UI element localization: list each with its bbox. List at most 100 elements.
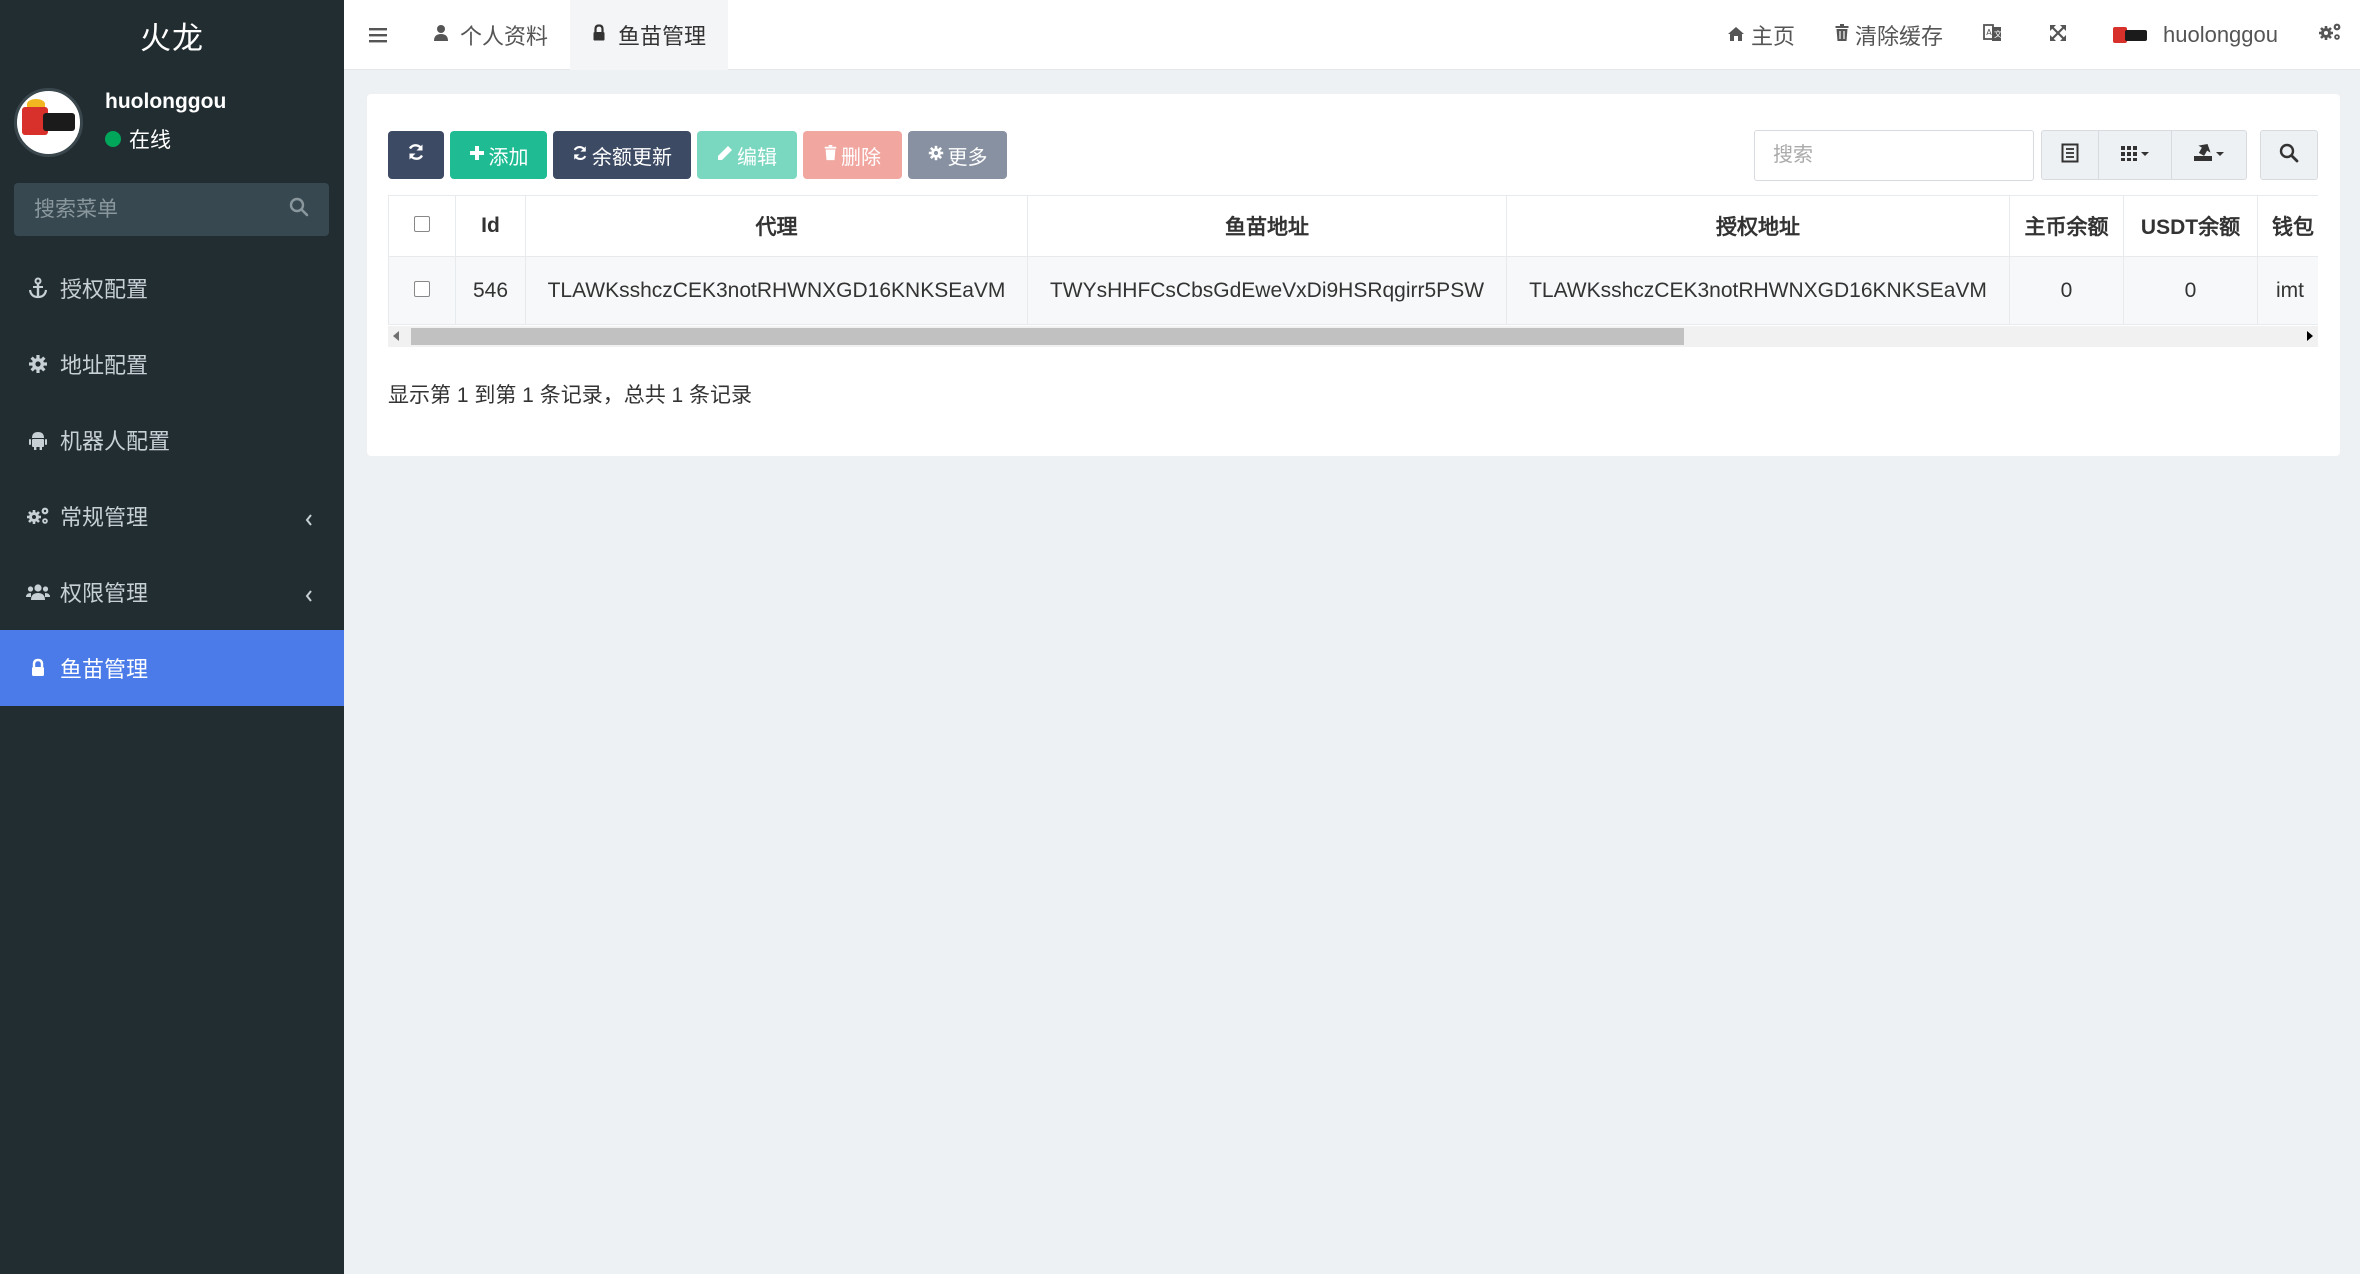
chevron-left-icon bbox=[304, 507, 314, 533]
home-link[interactable]: 主页 bbox=[1707, 0, 1815, 70]
pencil-icon bbox=[717, 144, 737, 167]
search-icon bbox=[2279, 143, 2299, 168]
select-all-cell bbox=[388, 195, 456, 257]
svg-text:A: A bbox=[1986, 28, 1992, 37]
clear-cache-label: 清除缓存 bbox=[1854, 23, 1943, 49]
sidebar: 火龙 huolonggou 在线 授权配置 地 bbox=[0, 0, 344, 1274]
delete-button[interactable]: 删除 bbox=[803, 131, 902, 179]
cell-usdt-balance: 0 bbox=[2123, 256, 2258, 325]
svg-text:文: 文 bbox=[1994, 29, 2002, 39]
view-button-group bbox=[2041, 130, 2247, 180]
balance-update-label: 余额更新 bbox=[592, 146, 672, 169]
user-status: 在线 bbox=[105, 124, 226, 154]
list-icon bbox=[2061, 143, 2079, 168]
column-header[interactable]: 鱼苗地址 bbox=[1027, 195, 1507, 257]
translate-button[interactable]: A文 bbox=[1963, 0, 2029, 70]
tab-profile[interactable]: 个人资料 bbox=[412, 0, 570, 70]
top-navbar: 个人资料 鱼苗管理 主页 清除缓存 A文 huolonggou bbox=[344, 0, 2360, 70]
sidebar-item-auth-config[interactable]: 授权配置 bbox=[0, 250, 344, 326]
export-button[interactable] bbox=[2171, 130, 2247, 180]
app-logo[interactable]: 火龙 bbox=[0, 0, 344, 70]
translate-icon: A文 bbox=[1983, 22, 2009, 48]
refresh-icon bbox=[572, 144, 592, 167]
user-status-label: 在线 bbox=[129, 129, 171, 152]
edit-button[interactable]: 编辑 bbox=[697, 131, 797, 179]
sidebar-item-label: 鱼苗管理 bbox=[60, 657, 149, 682]
pagination-info: 显示第 1 到第 1 条记录，总共 1 条记录 bbox=[388, 384, 753, 407]
tab-fish-management[interactable]: 鱼苗管理 bbox=[570, 0, 729, 70]
lock-icon bbox=[26, 658, 50, 678]
add-label: 添加 bbox=[488, 146, 529, 169]
export-icon bbox=[2193, 143, 2225, 168]
clear-cache-button[interactable]: 清除缓存 bbox=[1815, 0, 1963, 70]
sidebar-item-general-management[interactable]: 常规管理 bbox=[0, 478, 344, 554]
column-header[interactable]: 主币余额 bbox=[2009, 195, 2124, 257]
cell-main-balance: 0 bbox=[2009, 256, 2124, 325]
refresh-button[interactable] bbox=[388, 131, 444, 179]
select-all-checkbox[interactable] bbox=[414, 216, 430, 232]
gear-icon bbox=[928, 144, 948, 167]
sidebar-item-address-config[interactable]: 地址配置 bbox=[0, 326, 344, 402]
balance-update-button[interactable]: 余额更新 bbox=[553, 131, 691, 179]
sidebar-item-robot-config[interactable]: 机器人配置 bbox=[0, 402, 344, 478]
table-toolbar: 添加 余额更新 编辑 删除 更多 bbox=[388, 129, 2318, 181]
top-username: huolonggou bbox=[2162, 21, 2278, 47]
data-table: Id 代理 鱼苗地址 授权地址 主币余额 USDT余额 钱包 546 TLAWK… bbox=[388, 195, 2318, 325]
columns-toggle-button[interactable] bbox=[2098, 130, 2172, 180]
scrollbar-thumb[interactable] bbox=[411, 328, 1684, 345]
toggle-view-button[interactable] bbox=[2041, 130, 2099, 180]
user-menu[interactable]: huolonggou bbox=[2093, 0, 2298, 70]
column-header[interactable]: 授权地址 bbox=[1506, 195, 2010, 257]
delete-label: 删除 bbox=[841, 146, 881, 169]
android-icon bbox=[26, 429, 50, 451]
table-row[interactable]: 546 TLAWKsshczCEK3notRHWNXGD16KNKSEaVM T… bbox=[388, 256, 2318, 325]
trash-icon bbox=[824, 144, 841, 167]
users-icon bbox=[26, 582, 50, 602]
anchor-icon bbox=[26, 277, 50, 299]
menu-search-input[interactable] bbox=[34, 197, 264, 222]
lock-icon bbox=[592, 22, 618, 48]
user-icon bbox=[434, 22, 460, 48]
column-header[interactable]: 钱包 bbox=[2257, 195, 2318, 257]
gears-icon bbox=[2318, 22, 2348, 48]
gears-icon bbox=[26, 506, 50, 526]
top-right-actions: 主页 清除缓存 A文 huolonggou bbox=[1707, 0, 2360, 70]
scroll-left-arrow-icon[interactable] bbox=[393, 331, 399, 341]
table-search-input[interactable] bbox=[1754, 129, 2034, 181]
sidebar-item-label: 常规管理 bbox=[60, 505, 149, 530]
sidebar-item-permission-management[interactable]: 权限管理 bbox=[0, 554, 344, 630]
sidebar-item-fish-management[interactable]: 鱼苗管理 bbox=[0, 630, 344, 706]
cell-agent: TLAWKsshczCEK3notRHWNXGD16KNKSEaVM bbox=[525, 256, 1028, 325]
avatar bbox=[14, 87, 83, 157]
sidebar-item-label: 授权配置 bbox=[60, 277, 149, 302]
edit-label: 编辑 bbox=[737, 146, 777, 169]
more-button[interactable]: 更多 bbox=[908, 131, 1007, 179]
scroll-right-arrow-icon[interactable] bbox=[2307, 331, 2313, 341]
toolbar-right bbox=[1754, 129, 2318, 181]
user-logo-icon bbox=[2112, 25, 2147, 45]
refresh-icon bbox=[407, 143, 425, 167]
settings-button[interactable] bbox=[2298, 0, 2360, 70]
gear-icon bbox=[26, 354, 50, 374]
table-header-row: Id 代理 鱼苗地址 授权地址 主币余额 USDT余额 钱包 bbox=[388, 195, 2318, 257]
horizontal-scrollbar[interactable] bbox=[388, 326, 2318, 347]
cell-auth-address: TLAWKsshczCEK3notRHWNXGD16KNKSEaVM bbox=[1506, 256, 2010, 325]
cell-fish-address: TWYsHHFCsCbsGdEweVxDi9HSRqgirr5PSW bbox=[1027, 256, 1507, 325]
column-header[interactable]: USDT余额 bbox=[2123, 195, 2258, 257]
add-button[interactable]: 添加 bbox=[450, 131, 547, 179]
online-dot-icon bbox=[105, 131, 121, 147]
column-header[interactable]: Id bbox=[455, 195, 526, 257]
fullscreen-button[interactable] bbox=[2029, 0, 2093, 70]
tab-label: 个人资料 bbox=[460, 23, 549, 49]
chevron-left-icon bbox=[304, 583, 314, 609]
grid-icon bbox=[2120, 144, 2150, 167]
search-icon[interactable] bbox=[289, 197, 309, 222]
menu-toggle-icon[interactable] bbox=[344, 0, 412, 70]
sidebar-item-label: 权限管理 bbox=[60, 581, 149, 606]
row-select-cell bbox=[388, 256, 456, 325]
row-checkbox[interactable] bbox=[414, 280, 430, 297]
column-header[interactable]: 代理 bbox=[525, 195, 1028, 257]
user-name: huolonggou bbox=[105, 90, 227, 113]
search-button[interactable] bbox=[2260, 130, 2318, 180]
sidebar-item-label: 机器人配置 bbox=[60, 429, 171, 454]
